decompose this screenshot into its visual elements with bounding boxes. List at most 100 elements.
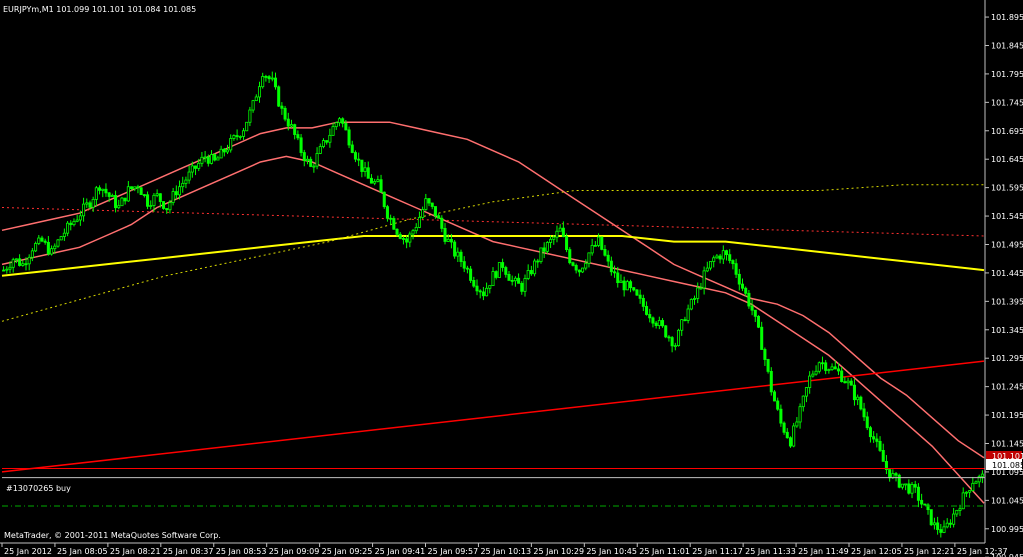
candle-body — [795, 421, 799, 427]
candle-body — [804, 387, 808, 397]
price-tick-label: 101.845 — [991, 41, 1023, 50]
candle-body — [929, 509, 933, 526]
candle-body — [66, 222, 70, 234]
candle-body — [443, 228, 447, 242]
candle-body — [718, 255, 722, 260]
candle-body — [85, 202, 89, 205]
candle-body — [836, 368, 840, 372]
candle-body — [213, 154, 217, 161]
price-tick-label: 101.595 — [991, 184, 1023, 193]
candle-body — [241, 130, 246, 137]
candle-body — [75, 219, 79, 222]
candle-body — [251, 100, 255, 111]
candle-body — [264, 76, 268, 78]
candle-body — [181, 182, 185, 188]
candle-body — [852, 384, 856, 401]
candle-body — [750, 305, 754, 311]
copyright-text: MetaTrader, © 2001-2011 MetaQuotes Softw… — [4, 531, 221, 540]
candle-body — [344, 122, 348, 131]
candle-body — [788, 437, 792, 447]
candle-body — [875, 438, 879, 442]
candle-body — [168, 202, 172, 211]
candle-body — [648, 314, 652, 319]
price-tick-label: 101.745 — [991, 98, 1023, 107]
candle-body — [664, 325, 668, 338]
candle-body — [273, 77, 278, 88]
candle-body — [734, 263, 738, 275]
candle-body — [760, 326, 764, 350]
candle-body — [692, 297, 697, 300]
candle-body — [936, 522, 940, 530]
candle-body — [11, 259, 15, 268]
price-tick-label: 101.495 — [991, 240, 1023, 249]
price-tick-label: 101.395 — [991, 297, 1023, 306]
order-label[interactable]: #13070265 buy — [6, 484, 71, 493]
time-tick-label: 25 Jan 08:37 — [163, 547, 214, 556]
candle-body — [635, 289, 639, 296]
candle-body — [88, 202, 92, 208]
candle-body — [814, 370, 818, 375]
candle-body — [229, 138, 233, 151]
candle-body — [178, 186, 182, 196]
price-chart[interactable]: 101.895 101.845 101.795 101.745 101.695 101.6… — [0, 0, 1023, 557]
candle-body — [948, 522, 952, 525]
candle-body — [792, 425, 796, 447]
candle-body — [136, 186, 140, 189]
candle-body — [382, 191, 386, 208]
candle-body — [843, 381, 847, 384]
candle-body — [146, 194, 150, 207]
candle-body — [907, 483, 911, 494]
candle-body — [862, 408, 866, 418]
candle-body — [539, 247, 543, 262]
candle-body — [126, 186, 130, 202]
price-tick-label: 101.345 — [991, 326, 1023, 335]
chart-window[interactable]: 101.895 101.845 101.795 101.745 101.695 101.6… — [0, 0, 1023, 557]
candle-body — [155, 193, 159, 196]
candle-body — [318, 146, 322, 154]
candle-body — [37, 237, 41, 244]
candle-body — [187, 171, 191, 181]
candle-body — [171, 191, 175, 203]
candle-body — [724, 250, 729, 256]
candle-body — [216, 157, 220, 161]
time-tick-label: 25 Jan 12:21 — [904, 547, 955, 556]
time-tick-label: 25 Jan 11:49 — [798, 547, 849, 556]
candle-body — [808, 375, 812, 388]
candle-body — [369, 177, 373, 184]
candle-body — [385, 206, 389, 219]
candle-body — [78, 215, 82, 221]
candle-body — [337, 118, 341, 124]
candle-body — [811, 373, 815, 377]
candle-body — [504, 267, 508, 275]
candle-body — [820, 362, 824, 365]
candle-body — [779, 408, 783, 424]
candle-body — [142, 194, 146, 197]
candle-body — [769, 371, 773, 393]
candle-body — [686, 308, 690, 321]
candle-body — [491, 271, 495, 287]
candle-body — [286, 118, 290, 127]
candle-body — [267, 76, 271, 80]
candle-body — [98, 187, 102, 191]
candle-body — [513, 277, 517, 282]
candle-body — [657, 320, 661, 326]
candle-body — [219, 148, 223, 159]
candle-body — [194, 165, 198, 169]
candle-body — [545, 242, 549, 252]
candle-body — [209, 154, 214, 164]
candle-body — [257, 86, 262, 98]
candle-body — [888, 469, 892, 479]
candle-body — [46, 241, 50, 255]
candle-body — [50, 248, 54, 255]
candle-body — [542, 247, 546, 252]
candle-body — [289, 124, 294, 127]
candle-body — [299, 137, 303, 153]
candle-body — [849, 380, 853, 386]
candle-body — [529, 270, 533, 275]
candle-body — [968, 490, 972, 493]
time-tick-label: 25 Jan 08:05 — [57, 547, 108, 556]
candle-body — [891, 473, 895, 479]
candle-body — [699, 287, 703, 290]
candle-body — [859, 396, 863, 410]
candle-body — [824, 362, 828, 371]
